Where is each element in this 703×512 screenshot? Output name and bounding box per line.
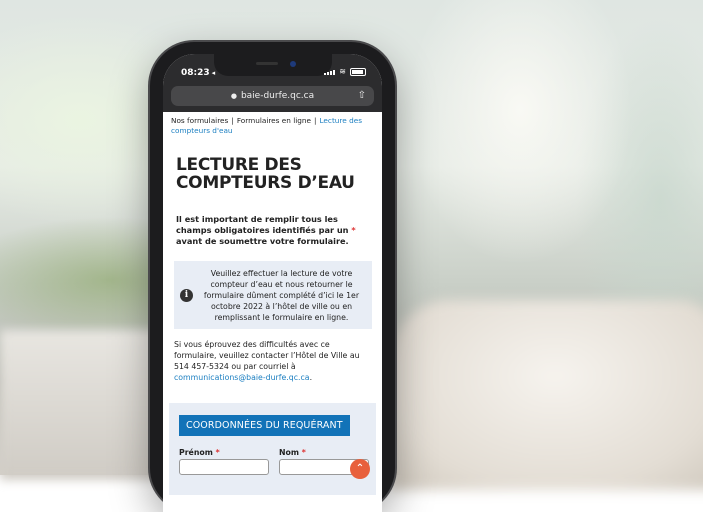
email-link[interactable]: communications@baie-durfe.qc.ca — [174, 373, 310, 382]
last-name-label: Nom * — [279, 448, 369, 457]
required-star: * — [215, 448, 220, 457]
breadcrumb-separator: | — [231, 116, 234, 125]
battery-icon — [350, 68, 366, 76]
phone-screen: 08:23 ◂ ≋ ● baie-durfe.qc.ca ⇧ Nos formu… — [163, 54, 382, 512]
requester-form: COORDONNÉES DU REQUÉRANT Prénom * Nom * … — [169, 403, 376, 495]
scroll-to-top-button[interactable]: ⌃ — [350, 459, 370, 479]
required-star: * — [301, 448, 306, 457]
contact-end: . — [309, 373, 313, 382]
contact-paragraph: Si vous éprouvez des difficultés avec ce… — [174, 339, 374, 383]
first-name-input[interactable] — [179, 459, 269, 475]
notch — [213, 54, 332, 76]
info-icon: i — [180, 289, 193, 302]
name-fields-row: Prénom * Nom * — [179, 448, 369, 475]
contact-text: Si vous éprouvez des difficultés avec ce… — [174, 340, 360, 371]
chevron-up-icon: ⌃ — [355, 463, 365, 474]
browser-chrome: 08:23 ◂ ≋ ● baie-durfe.qc.ca ⇧ — [163, 54, 382, 112]
web-page: Nos formulaires | Formulaires en ligne | Lec… — [163, 112, 382, 495]
background-table — [0, 330, 170, 480]
page-title: LECTURE DES COMPTEURS D’EAU — [176, 155, 355, 193]
required-fields-note: Il est important de remplir tous les cha… — [176, 214, 374, 247]
status-time-text: 08:23 — [181, 68, 210, 78]
smartphone: 08:23 ◂ ≋ ● baie-durfe.qc.ca ⇧ Nos formu… — [150, 42, 395, 512]
location-arrow-icon: ◂ — [211, 69, 216, 77]
required-note-end: avant de soumettre votre formulaire. — [176, 236, 349, 246]
share-icon[interactable]: ⇧ — [358, 90, 366, 101]
first-name-field: Prénom * — [179, 448, 269, 475]
background-sofa — [390, 300, 703, 490]
status-icons: ≋ — [324, 68, 366, 76]
breadcrumb-item-forms[interactable]: Nos formulaires — [171, 116, 228, 125]
first-name-label: Prénom * — [179, 448, 269, 457]
breadcrumb-separator: | — [314, 116, 317, 125]
breadcrumb-item-online-forms[interactable]: Formulaires en ligne — [237, 116, 311, 125]
info-box: i Veuillez effectuer la lecture de votre… — [174, 261, 372, 329]
last-name-label-text: Nom — [279, 448, 300, 457]
required-star: * — [351, 225, 356, 235]
section-header: COORDONNÉES DU REQUÉRANT — [179, 415, 350, 436]
url-text: baie-durfe.qc.ca — [240, 91, 315, 101]
required-note-text: Il est important de remplir tous les cha… — [176, 214, 352, 235]
info-text: Veuillez effectuer la lecture de votre c… — [203, 269, 360, 322]
first-name-label-text: Prénom — [179, 448, 213, 457]
status-time: 08:23 ◂ — [181, 68, 215, 78]
address-bar[interactable]: ● baie-durfe.qc.ca ⇧ — [171, 86, 374, 106]
signal-icon — [324, 69, 336, 75]
wifi-icon: ≋ — [339, 67, 346, 76]
lock-icon: ● — [230, 92, 237, 100]
speaker — [255, 62, 278, 65]
front-camera — [289, 61, 296, 67]
breadcrumb: Nos formulaires | Formulaires en ligne | Lec… — [171, 116, 374, 136]
